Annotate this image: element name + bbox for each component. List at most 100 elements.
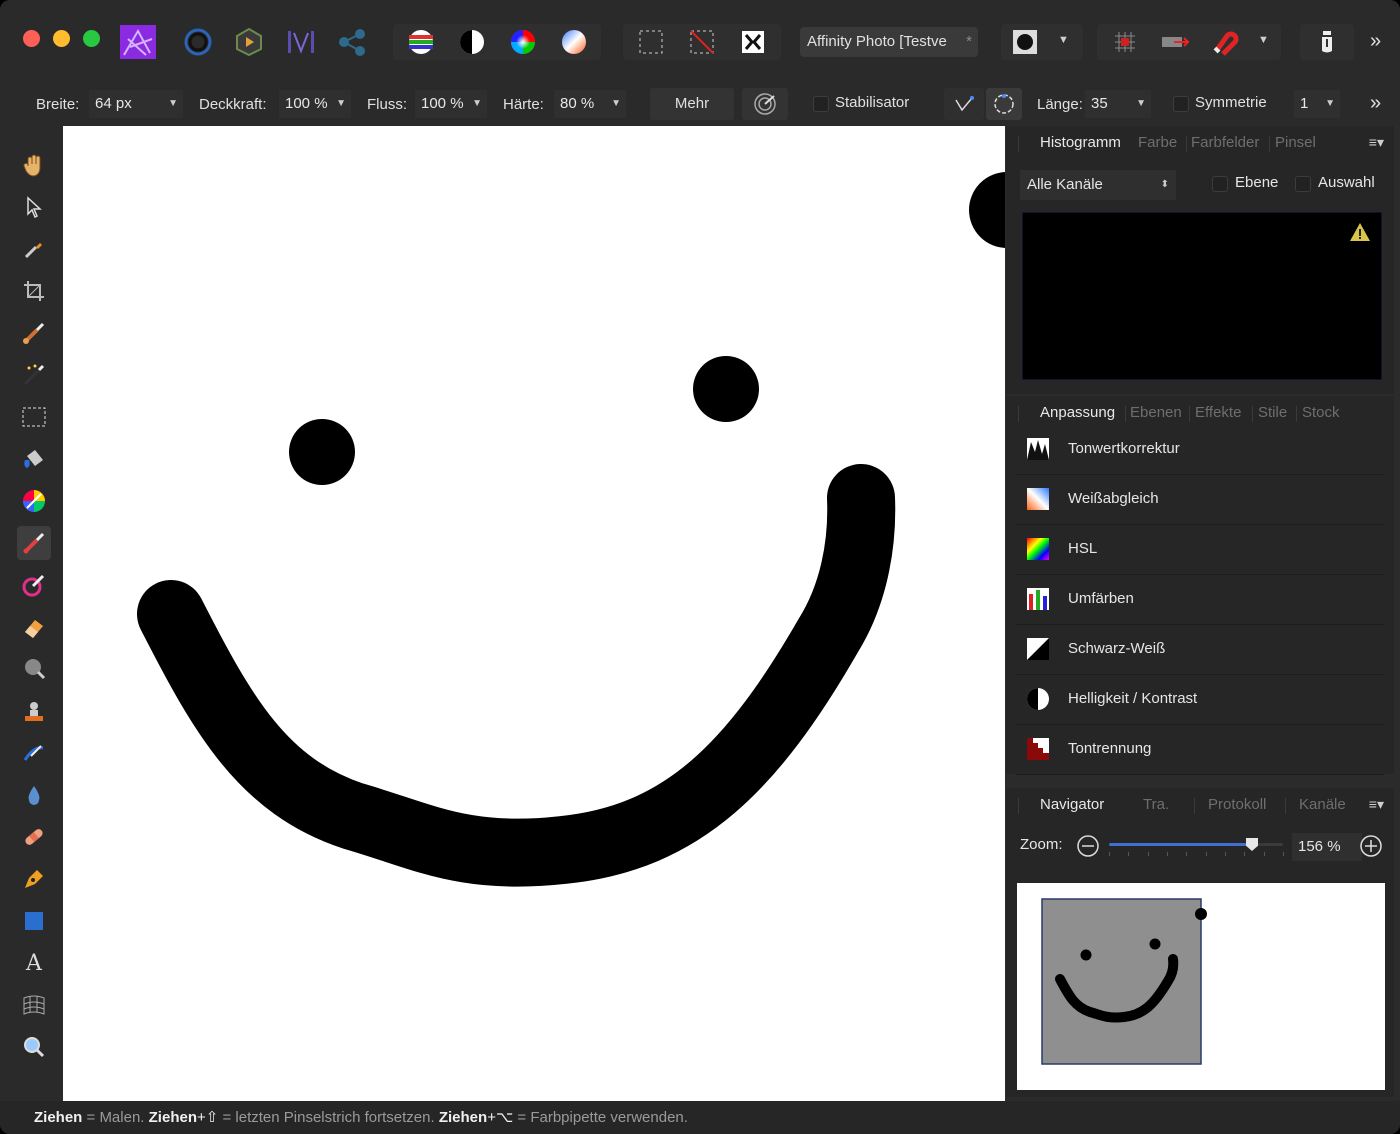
document-tab[interactable]: Affinity Photo [Testve * — [800, 27, 978, 57]
erase-brush-tool-icon[interactable] — [17, 610, 51, 644]
tab-brushes[interactable]: Pinsel — [1275, 134, 1316, 151]
brightness-contrast-quick-icon[interactable] — [455, 26, 489, 58]
white-balance-quick-icon[interactable] — [557, 26, 591, 58]
zoom-slider[interactable] — [1109, 838, 1284, 860]
panel-menu-icon[interactable]: ≡▾ — [1369, 134, 1384, 151]
width-dropdown-arrow[interactable]: ▼ — [168, 90, 178, 118]
tab-color[interactable]: Farbe — [1138, 134, 1177, 151]
length-dropdown-arrow[interactable]: ▼ — [1136, 90, 1146, 118]
color-picker-tool-icon[interactable] — [17, 232, 51, 266]
minimize-window-button[interactable] — [53, 30, 70, 47]
paint-brush-tool-icon[interactable] — [17, 526, 51, 560]
hardness-dropdown-arrow[interactable]: ▼ — [611, 90, 621, 118]
move-tool-icon[interactable] — [17, 190, 51, 224]
tab-history[interactable]: Protokoll — [1208, 796, 1266, 813]
symmetry-field[interactable]: 1 ▼ — [1294, 90, 1340, 118]
quick-mask-icon[interactable] — [1008, 26, 1042, 58]
toolbar-overflow-icon[interactable]: » — [1370, 30, 1381, 53]
zoom-slider-thumb[interactable] — [1246, 838, 1258, 851]
mask-dropdown-arrow[interactable]: ▼ — [1058, 34, 1069, 46]
opacity-field[interactable]: 100 % ▼ — [279, 90, 351, 118]
panel-menu-icon[interactable]: ≡▾ — [1369, 796, 1384, 813]
clone-tool-icon[interactable] — [17, 694, 51, 728]
deselect-icon[interactable] — [685, 26, 719, 58]
window-mode-button[interactable] — [986, 88, 1022, 120]
symmetry-dropdown-arrow[interactable]: ▼ — [1325, 90, 1335, 118]
symmetry-checkbox[interactable] — [1173, 96, 1189, 112]
color-replacement-tool-icon[interactable] — [17, 568, 51, 602]
export-persona-icon[interactable] — [335, 26, 369, 58]
hardness-field[interactable]: 80 % ▼ — [554, 90, 626, 118]
panel-grip[interactable] — [1018, 406, 1019, 422]
gradient-tool-icon[interactable] — [17, 484, 51, 518]
more-button[interactable]: Mehr — [650, 88, 734, 120]
mesh-warp-tool-icon[interactable] — [17, 988, 51, 1022]
adjustment-item-hsl[interactable]: HSL — [1016, 525, 1384, 575]
tone-mapping-persona-icon[interactable] — [284, 26, 318, 58]
rope-mode-button[interactable] — [944, 88, 984, 120]
close-window-button[interactable] — [23, 30, 40, 47]
adjustment-item-recolor[interactable]: Umfärben — [1016, 575, 1384, 625]
crop-tool-icon[interactable] — [17, 274, 51, 308]
tab-stock[interactable]: Stock — [1302, 404, 1340, 421]
marquee-tool-icon[interactable] — [17, 400, 51, 434]
context-overflow-icon[interactable]: » — [1370, 92, 1381, 115]
hsl-quick-icon[interactable] — [506, 26, 540, 58]
tab-swatches[interactable]: Farbfelder — [1191, 134, 1259, 151]
rectangle-tool-icon[interactable] — [17, 904, 51, 938]
panel-grip[interactable] — [1018, 798, 1019, 814]
tab-adjustment[interactable]: Anpassung — [1040, 404, 1115, 421]
opacity-dropdown-arrow[interactable]: ▼ — [336, 90, 346, 118]
navigator-preview[interactable] — [1017, 883, 1385, 1090]
adjustment-item-brightness-contrast[interactable]: Helligkeit / Kontrast — [1016, 675, 1384, 725]
document-canvas[interactable] — [63, 126, 1005, 1101]
tab-channels[interactable]: Kanäle — [1299, 796, 1346, 813]
align-icon[interactable] — [1158, 26, 1192, 58]
blur-brush-tool-icon[interactable] — [17, 778, 51, 812]
snapping-dropdown-arrow[interactable]: ▼ — [1258, 34, 1269, 46]
dodge-tool-icon[interactable] — [17, 652, 51, 686]
pen-tool-icon[interactable] — [17, 862, 51, 896]
panel-grip[interactable] — [1018, 136, 1019, 152]
zoom-tool-icon[interactable] — [17, 1030, 51, 1064]
invert-selection-icon[interactable] — [736, 26, 770, 58]
zoom-value-field[interactable]: 156 % — [1292, 833, 1362, 861]
photo-persona-icon[interactable] — [119, 24, 157, 60]
tab-histogram[interactable]: Histogramm — [1040, 134, 1121, 151]
adjustment-item-levels[interactable]: Tonwertkorrektur — [1016, 425, 1384, 475]
tab-layers[interactable]: Ebenen — [1130, 404, 1182, 421]
text-tool-icon[interactable]: A — [17, 946, 51, 980]
pressure-button[interactable] — [742, 88, 788, 120]
adjustment-item-black-white[interactable]: Schwarz-Weiß — [1016, 625, 1384, 675]
flood-fill-tool-icon[interactable] — [17, 442, 51, 476]
grid-icon[interactable] — [1108, 26, 1142, 58]
flood-select-tool-icon[interactable] — [17, 358, 51, 392]
zoom-in-icon[interactable] — [1359, 834, 1383, 858]
develop-persona-icon[interactable] — [232, 26, 266, 58]
snapping-magnet-icon[interactable] — [1208, 26, 1242, 58]
adjustment-item-white-balance[interactable]: Weißabgleich — [1016, 475, 1384, 525]
zoom-out-icon[interactable] — [1076, 834, 1100, 858]
flow-dropdown-arrow[interactable]: ▼ — [472, 90, 482, 118]
flow-field[interactable]: 100 % ▼ — [415, 90, 487, 118]
channel-select[interactable]: Alle Kanäle ⬍ — [1020, 170, 1176, 200]
length-field[interactable]: 35 ▼ — [1085, 90, 1151, 118]
select-all-icon[interactable] — [634, 26, 668, 58]
tab-transform[interactable]: Tra. — [1143, 796, 1169, 813]
selection-brush-tool-icon[interactable] — [17, 316, 51, 350]
width-field[interactable]: 64 px ▼ — [89, 90, 183, 118]
hand-tool-icon[interactable] — [17, 148, 51, 182]
adjustment-item-posterize[interactable]: Tontrennung — [1016, 725, 1384, 775]
assistant-icon[interactable] — [1310, 26, 1344, 58]
stabilizer-checkbox[interactable] — [813, 96, 829, 112]
selection-checkbox[interactable] — [1295, 176, 1311, 192]
layer-checkbox[interactable] — [1212, 176, 1228, 192]
levels-quick-icon[interactable] — [404, 26, 438, 58]
tab-navigator[interactable]: Navigator — [1040, 796, 1104, 813]
tab-effects[interactable]: Effekte — [1195, 404, 1241, 421]
zoom-window-button[interactable] — [83, 30, 100, 47]
tab-styles[interactable]: Stile — [1258, 404, 1287, 421]
liquify-persona-icon[interactable] — [181, 26, 215, 58]
smudge-tool-icon[interactable] — [17, 736, 51, 770]
inpainting-tool-icon[interactable] — [17, 820, 51, 854]
